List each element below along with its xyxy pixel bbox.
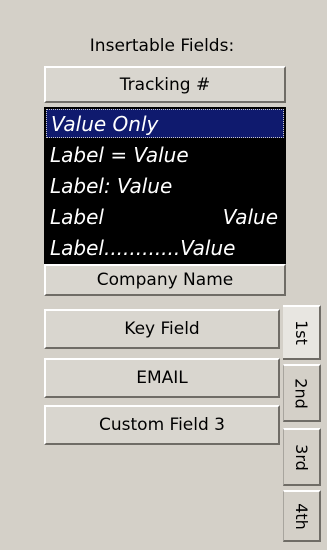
tab-3rd[interactable]: 3rd [283, 428, 321, 486]
format-option-value: Value [222, 204, 278, 229]
format-option-label-spaced-value[interactable]: Label Value [46, 202, 284, 231]
tab-label: 3rd [291, 443, 311, 471]
format-option-label: Label [50, 204, 104, 229]
custom-field-3-button[interactable]: Custom Field 3 [44, 405, 280, 445]
tab-4th[interactable]: 4th [283, 490, 321, 542]
tab-2nd[interactable]: 2nd [283, 364, 321, 422]
tab-label: 4th [292, 502, 311, 530]
format-option-label: Label = Value [50, 142, 189, 167]
format-option-value-only[interactable]: Value Only [46, 109, 284, 138]
format-option-label: Label............Value [50, 235, 236, 260]
tab-label: 2nd [291, 377, 311, 409]
format-option-label: Label: Value [50, 173, 173, 198]
format-option-label-equals-value[interactable]: Label = Value [46, 140, 284, 169]
tab-1st[interactable]: 1st [283, 305, 321, 360]
company-name-button[interactable]: Company Name [44, 264, 286, 296]
format-dropdown-list[interactable]: Value Only Label = Value Label: Value La… [44, 107, 286, 269]
format-option-label-dotted-value[interactable]: Label............Value [46, 233, 284, 262]
key-field-button[interactable]: Key Field [44, 309, 280, 349]
panel-title: Insertable Fields: [89, 36, 235, 56]
tracking-number-button[interactable]: Tracking # [44, 66, 286, 103]
format-option-label-colon-value[interactable]: Label: Value [46, 171, 284, 200]
email-button[interactable]: EMAIL [44, 358, 280, 398]
tab-label: 1st [291, 320, 311, 345]
format-option-label: Value Only [51, 111, 159, 136]
insertable-fields-panel: Insertable Fields: Tracking # Value Only… [0, 0, 327, 550]
